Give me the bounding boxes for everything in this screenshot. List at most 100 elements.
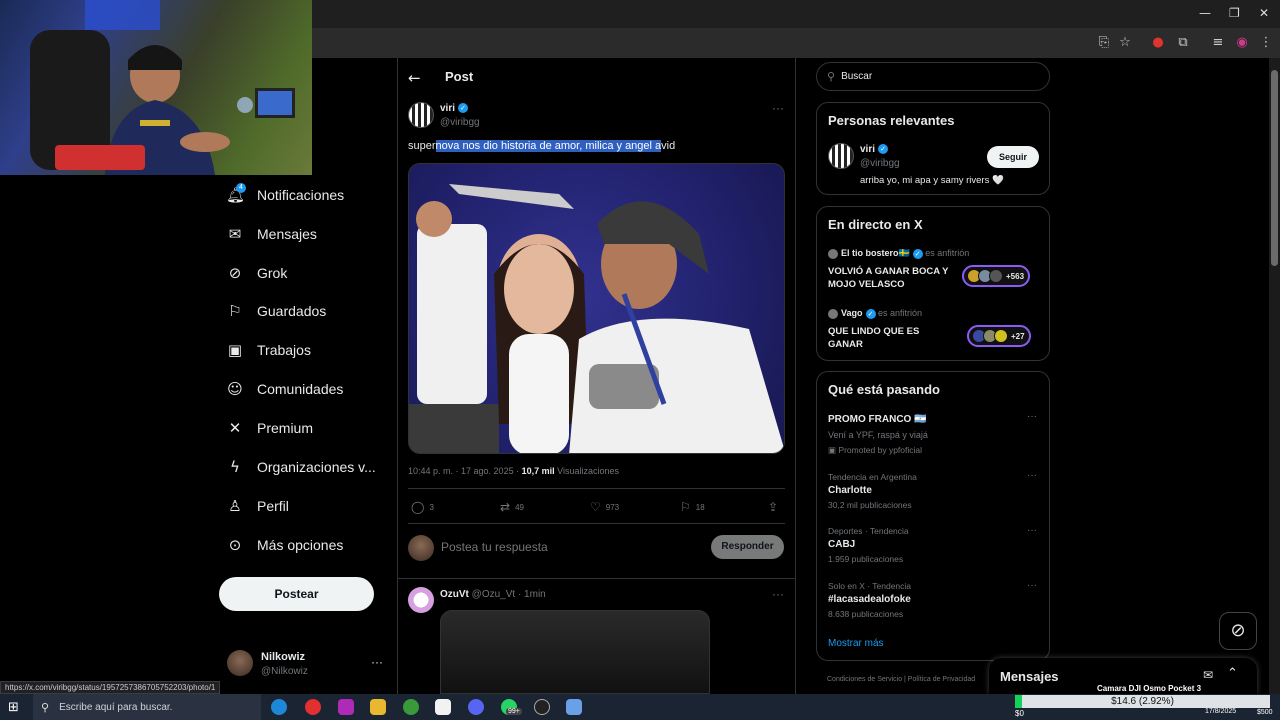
- nav-jobs[interactable]: ▣ Trabajos: [226, 338, 311, 362]
- reply-author-name[interactable]: OzuVt: [440, 589, 469, 600]
- avatar[interactable]: [408, 102, 434, 128]
- trend-more-icon[interactable]: ···: [1027, 411, 1037, 422]
- trend-more-icon[interactable]: ···: [1027, 580, 1037, 591]
- windows-start-icon[interactable]: ⊞: [8, 700, 19, 715]
- taskbar-search[interactable]: ⚲: [33, 694, 261, 720]
- back-arrow-icon[interactable]: ←: [408, 69, 421, 87]
- trend-more-icon[interactable]: ···: [1027, 525, 1037, 536]
- footer-links[interactable]: Condiciones de Servicio | Política de Pr…: [827, 676, 975, 683]
- account-name[interactable]: Nilkowiz: [261, 651, 305, 663]
- extension-record-icon[interactable]: ●: [1150, 35, 1166, 51]
- search-box[interactable]: ⚲: [816, 62, 1050, 91]
- store-icon[interactable]: [435, 699, 451, 715]
- folder-icon[interactable]: [370, 699, 386, 715]
- nav-profile[interactable]: ♙ Perfil: [226, 494, 289, 518]
- post-photo: [409, 164, 784, 453]
- follow-button[interactable]: Seguir: [987, 146, 1039, 168]
- post-author-name[interactable]: viri: [440, 103, 455, 114]
- live-listeners[interactable]: +27: [967, 325, 1031, 347]
- status-url: https://x.com/viribgg/status/19572573867…: [0, 681, 221, 694]
- post-handle[interactable]: @viribgg: [440, 117, 480, 128]
- compose-message-icon[interactable]: ✉: [1203, 668, 1213, 682]
- avatar[interactable]: [828, 143, 854, 169]
- bookmark-star-icon[interactable]: ☆: [1117, 35, 1133, 51]
- trend-title[interactable]: #lacasadealofoke: [828, 594, 911, 605]
- show-more-link[interactable]: Mostrar más: [828, 638, 884, 649]
- promo-title[interactable]: PROMO FRANCO 🇦🇷: [828, 414, 927, 425]
- account-more-icon[interactable]: ···: [371, 655, 383, 669]
- edge-icon[interactable]: [271, 699, 287, 715]
- live-host[interactable]: Vago ✓ es anfitrión: [828, 308, 922, 319]
- nav-label: Organizaciones v...: [257, 459, 376, 475]
- nav-premium[interactable]: ✕ Premium: [226, 416, 313, 440]
- trends-card: Qué está pasando PROMO FRANCO 🇦🇷 Vení a …: [816, 371, 1050, 661]
- post-button[interactable]: Postear: [219, 577, 374, 611]
- trend-title[interactable]: Charlotte: [828, 485, 872, 496]
- live-listeners[interactable]: +563: [962, 265, 1031, 287]
- chrome-icon[interactable]: [403, 699, 419, 715]
- nav-more[interactable]: ⊙ Más opciones: [226, 533, 344, 557]
- restore-icon[interactable]: ❐: [1229, 6, 1240, 20]
- taskbar-search-input[interactable]: [59, 701, 250, 713]
- reply-action[interactable]: ◯ 3: [411, 500, 434, 514]
- repost-icon: ⇄: [500, 500, 511, 514]
- heart-icon: ♡: [590, 500, 601, 514]
- like-action[interactable]: ♡ 973: [590, 500, 619, 514]
- nav-label: Grok: [257, 265, 288, 281]
- scrollbar-thumb[interactable]: [1271, 70, 1278, 266]
- live-host[interactable]: El tio bostero🇸🇪 ✓ es anfitrión: [828, 248, 969, 259]
- relevant-name[interactable]: viri: [860, 144, 875, 155]
- close-icon[interactable]: ✕: [1259, 6, 1269, 20]
- profile-icon[interactable]: ◉: [1234, 35, 1250, 51]
- minimize-icon[interactable]: —: [1199, 6, 1211, 20]
- nav-communities[interactable]: ☺ Comunidades: [226, 377, 343, 401]
- post-media[interactable]: [408, 163, 785, 454]
- opera-icon[interactable]: [305, 699, 321, 715]
- donation-progress: $14.6 (2.92%): [1015, 695, 1270, 708]
- bookmark-icon: ⚐: [680, 500, 691, 514]
- live-title[interactable]: VOLVIÓ A GANAR BOCA Y MOJO VELASCO: [828, 265, 953, 291]
- relevant-user[interactable]: viri ✓: [860, 144, 889, 155]
- bookmark-action[interactable]: ⚐ 18: [680, 500, 705, 514]
- nav-bookmarks[interactable]: ⚐ Guardados: [226, 299, 326, 323]
- search-input[interactable]: [841, 71, 1032, 82]
- relevant-bio: arriba yo, mi apa y samy rivers 🤍: [860, 175, 1004, 186]
- trend-title[interactable]: CABJ: [828, 539, 855, 550]
- extensions-icon[interactable]: ⧉: [1175, 35, 1191, 51]
- listener-avatar: [994, 329, 1008, 343]
- grok-button[interactable]: ⊘: [1219, 612, 1257, 650]
- nav-label: Notificaciones: [257, 187, 345, 203]
- live-title[interactable]: QUE LINDO QUE ES GANAR: [828, 325, 953, 351]
- nav-grok[interactable]: ⊘ Grok: [226, 261, 288, 285]
- app-icon[interactable]: [566, 699, 582, 715]
- nav-label: Perfil: [257, 498, 289, 514]
- donation-max: $500: [1257, 709, 1273, 716]
- reply-media[interactable]: [440, 610, 710, 694]
- nav-messages[interactable]: ✉ Mensajes: [226, 222, 317, 246]
- post-text: supernova nos dio historia de amor, mili…: [408, 140, 675, 152]
- trend-count: 30,2 mil publicaciones: [828, 500, 912, 510]
- app-icon[interactable]: [338, 699, 354, 715]
- menu-icon[interactable]: ⋮: [1258, 35, 1274, 51]
- live-host-role: es anfitrión: [925, 248, 970, 258]
- reply-button[interactable]: Responder: [711, 535, 784, 559]
- repost-action[interactable]: ⇄ 49: [500, 500, 524, 514]
- install-app-icon[interactable]: ⎘: [1096, 35, 1112, 51]
- reply-input[interactable]: [441, 540, 691, 554]
- obs-icon[interactable]: [534, 699, 550, 715]
- post-more-icon[interactable]: ···: [772, 101, 784, 115]
- discord-icon[interactable]: [468, 699, 484, 715]
- post-author[interactable]: viri ✓: [440, 103, 469, 114]
- avatar[interactable]: [227, 650, 253, 676]
- reply-more-icon[interactable]: ···: [772, 587, 784, 601]
- trend-more-icon[interactable]: ···: [1027, 470, 1037, 481]
- avatar[interactable]: [408, 587, 434, 613]
- reply-count: 3: [429, 502, 434, 512]
- post-time[interactable]: 10:44 p. m. · 17 ago. 2025 ·: [408, 466, 522, 476]
- nav-organizations[interactable]: ϟ Organizaciones v...: [226, 455, 376, 479]
- ad-icon: ▣: [828, 445, 839, 455]
- repost-count: 49: [515, 502, 524, 512]
- share-action[interactable]: ⇪: [768, 500, 783, 514]
- media-control-icon[interactable]: ≡: [1210, 35, 1226, 51]
- expand-icon[interactable]: ⌃: [1227, 666, 1238, 681]
